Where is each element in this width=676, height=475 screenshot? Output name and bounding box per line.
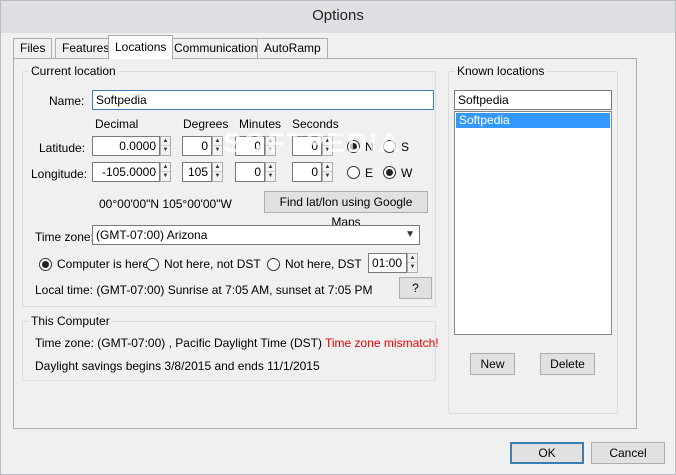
new-location-button[interactable]: New [470, 353, 515, 375]
name-label: Name: [49, 94, 85, 108]
spin-down-icon[interactable]: ▼ [266, 172, 275, 181]
spin-up-icon[interactable]: ▲ [323, 163, 332, 172]
latitude-decimal-input[interactable]: 0.0000 [92, 136, 160, 156]
longitude-degrees-input[interactable]: 105 [182, 162, 212, 182]
dst-offset-input[interactable]: 01:00 [368, 253, 407, 273]
cancel-button[interactable]: Cancel [591, 442, 665, 464]
west-label: W [401, 166, 413, 180]
ok-button[interactable]: OK [510, 442, 584, 464]
longitude-minutes-input[interactable]: 0 [235, 162, 265, 182]
tab-locations[interactable]: Locations [108, 35, 174, 59]
not-here-dst-label: Not here, DST [285, 257, 362, 271]
longitude-seconds-input[interactable]: 0 [292, 162, 322, 182]
tab-files[interactable]: Files [13, 38, 53, 58]
timezone-select[interactable]: (GMT-07:00) Arizona ▼ [92, 225, 420, 245]
current-location-group: Current location Name: Softpedia Decimal… [22, 64, 436, 307]
delete-location-button[interactable]: Delete [540, 353, 595, 375]
spin-down-icon[interactable]: ▼ [408, 263, 417, 272]
longitude-seconds-spinner[interactable]: ▲ ▼ [322, 162, 333, 182]
spin-down-icon[interactable]: ▼ [213, 146, 222, 155]
computer-is-here-label: Computer is here [57, 257, 150, 271]
known-location-search-input[interactable]: Softpedia [454, 90, 612, 110]
latitude-degrees-spinner[interactable]: ▲ ▼ [212, 136, 223, 156]
degrees-column-header: Degrees [183, 117, 229, 131]
latitude-decimal-spinner[interactable]: ▲ ▼ [160, 136, 171, 156]
longitude-minutes-spinner[interactable]: ▲ ▼ [265, 162, 276, 182]
location-name-input[interactable]: Softpedia [92, 90, 434, 110]
spin-up-icon[interactable]: ▲ [161, 163, 170, 172]
spin-down-icon[interactable]: ▼ [161, 146, 170, 155]
decimal-column-header: Decimal [95, 117, 139, 131]
spin-up-icon[interactable]: ▲ [161, 137, 170, 146]
daylight-savings-text: Daylight savings begins 3/8/2015 and end… [35, 359, 320, 373]
latitude-label: Latitude: [39, 141, 86, 155]
find-google-maps-button[interactable]: Find lat/lon using Google Maps [264, 191, 428, 229]
longitude-east-radio[interactable] [347, 166, 360, 179]
latitude-degrees-input[interactable]: 0 [182, 136, 212, 156]
spin-up-icon[interactable]: ▲ [213, 163, 222, 172]
south-label: S [401, 140, 410, 154]
computer-timezone-text: Time zone: (GMT-07:00) , Pacific Dayligh… [35, 336, 322, 350]
timezone-select-value: (GMT-07:00) Arizona [96, 228, 208, 242]
spin-up-icon[interactable]: ▲ [266, 163, 275, 172]
spin-down-icon[interactable]: ▼ [323, 172, 332, 181]
tab-communications[interactable]: Communications [167, 38, 271, 58]
longitude-degrees-spinner[interactable]: ▲ ▼ [212, 162, 223, 182]
known-locations-list[interactable]: Softpedia [454, 111, 612, 335]
not-here-not-dst-radio[interactable] [146, 258, 159, 271]
local-time-text: Local time: (GMT-07:00) Sunrise at 7:05 … [35, 283, 373, 297]
dms-readout: 00°00'00"N 105°00'00"W [99, 197, 232, 211]
spin-up-icon[interactable]: ▲ [408, 254, 417, 263]
not-here-dst-radio[interactable] [267, 258, 280, 271]
current-location-title: Current location [29, 64, 118, 78]
locations-panel: Current location Name: Softpedia Decimal… [13, 58, 637, 429]
east-label: E [365, 166, 374, 180]
softpedia-watermark: SOFTPEDIA [223, 127, 402, 158]
longitude-west-radio[interactable] [383, 166, 396, 179]
dst-offset-spinner[interactable]: ▲ ▼ [407, 253, 418, 273]
longitude-decimal-spinner[interactable]: ▲ ▼ [160, 162, 171, 182]
window-title: Options [1, 1, 675, 33]
spin-down-icon[interactable]: ▼ [213, 172, 222, 181]
longitude-label: Longitude: [31, 167, 88, 181]
chevron-down-icon: ▼ [405, 229, 415, 240]
spin-down-icon[interactable]: ▼ [161, 172, 170, 181]
spin-up-icon[interactable]: ▲ [213, 137, 222, 146]
computer-is-here-radio[interactable] [39, 258, 52, 271]
known-locations-title: Known locations [455, 64, 547, 78]
tab-autoramp[interactable]: AutoRamp [257, 38, 328, 58]
not-here-not-dst-label: Not here, not DST [164, 257, 261, 271]
this-computer-group: This Computer Time zone: (GMT-07:00) , P… [22, 314, 439, 381]
timezone-label: Time zone: [35, 230, 94, 244]
longitude-decimal-input[interactable]: -105.0000 [92, 162, 160, 182]
timezone-mismatch-warning: Time zone mismatch! [325, 336, 439, 350]
options-window: Options Files Features Locations Communi… [0, 0, 676, 475]
this-computer-title: This Computer [29, 314, 112, 328]
help-button[interactable]: ? [399, 277, 432, 299]
known-locations-group: Known locations Softpedia Softpedia New … [448, 64, 618, 414]
list-item[interactable]: Softpedia [456, 113, 610, 128]
